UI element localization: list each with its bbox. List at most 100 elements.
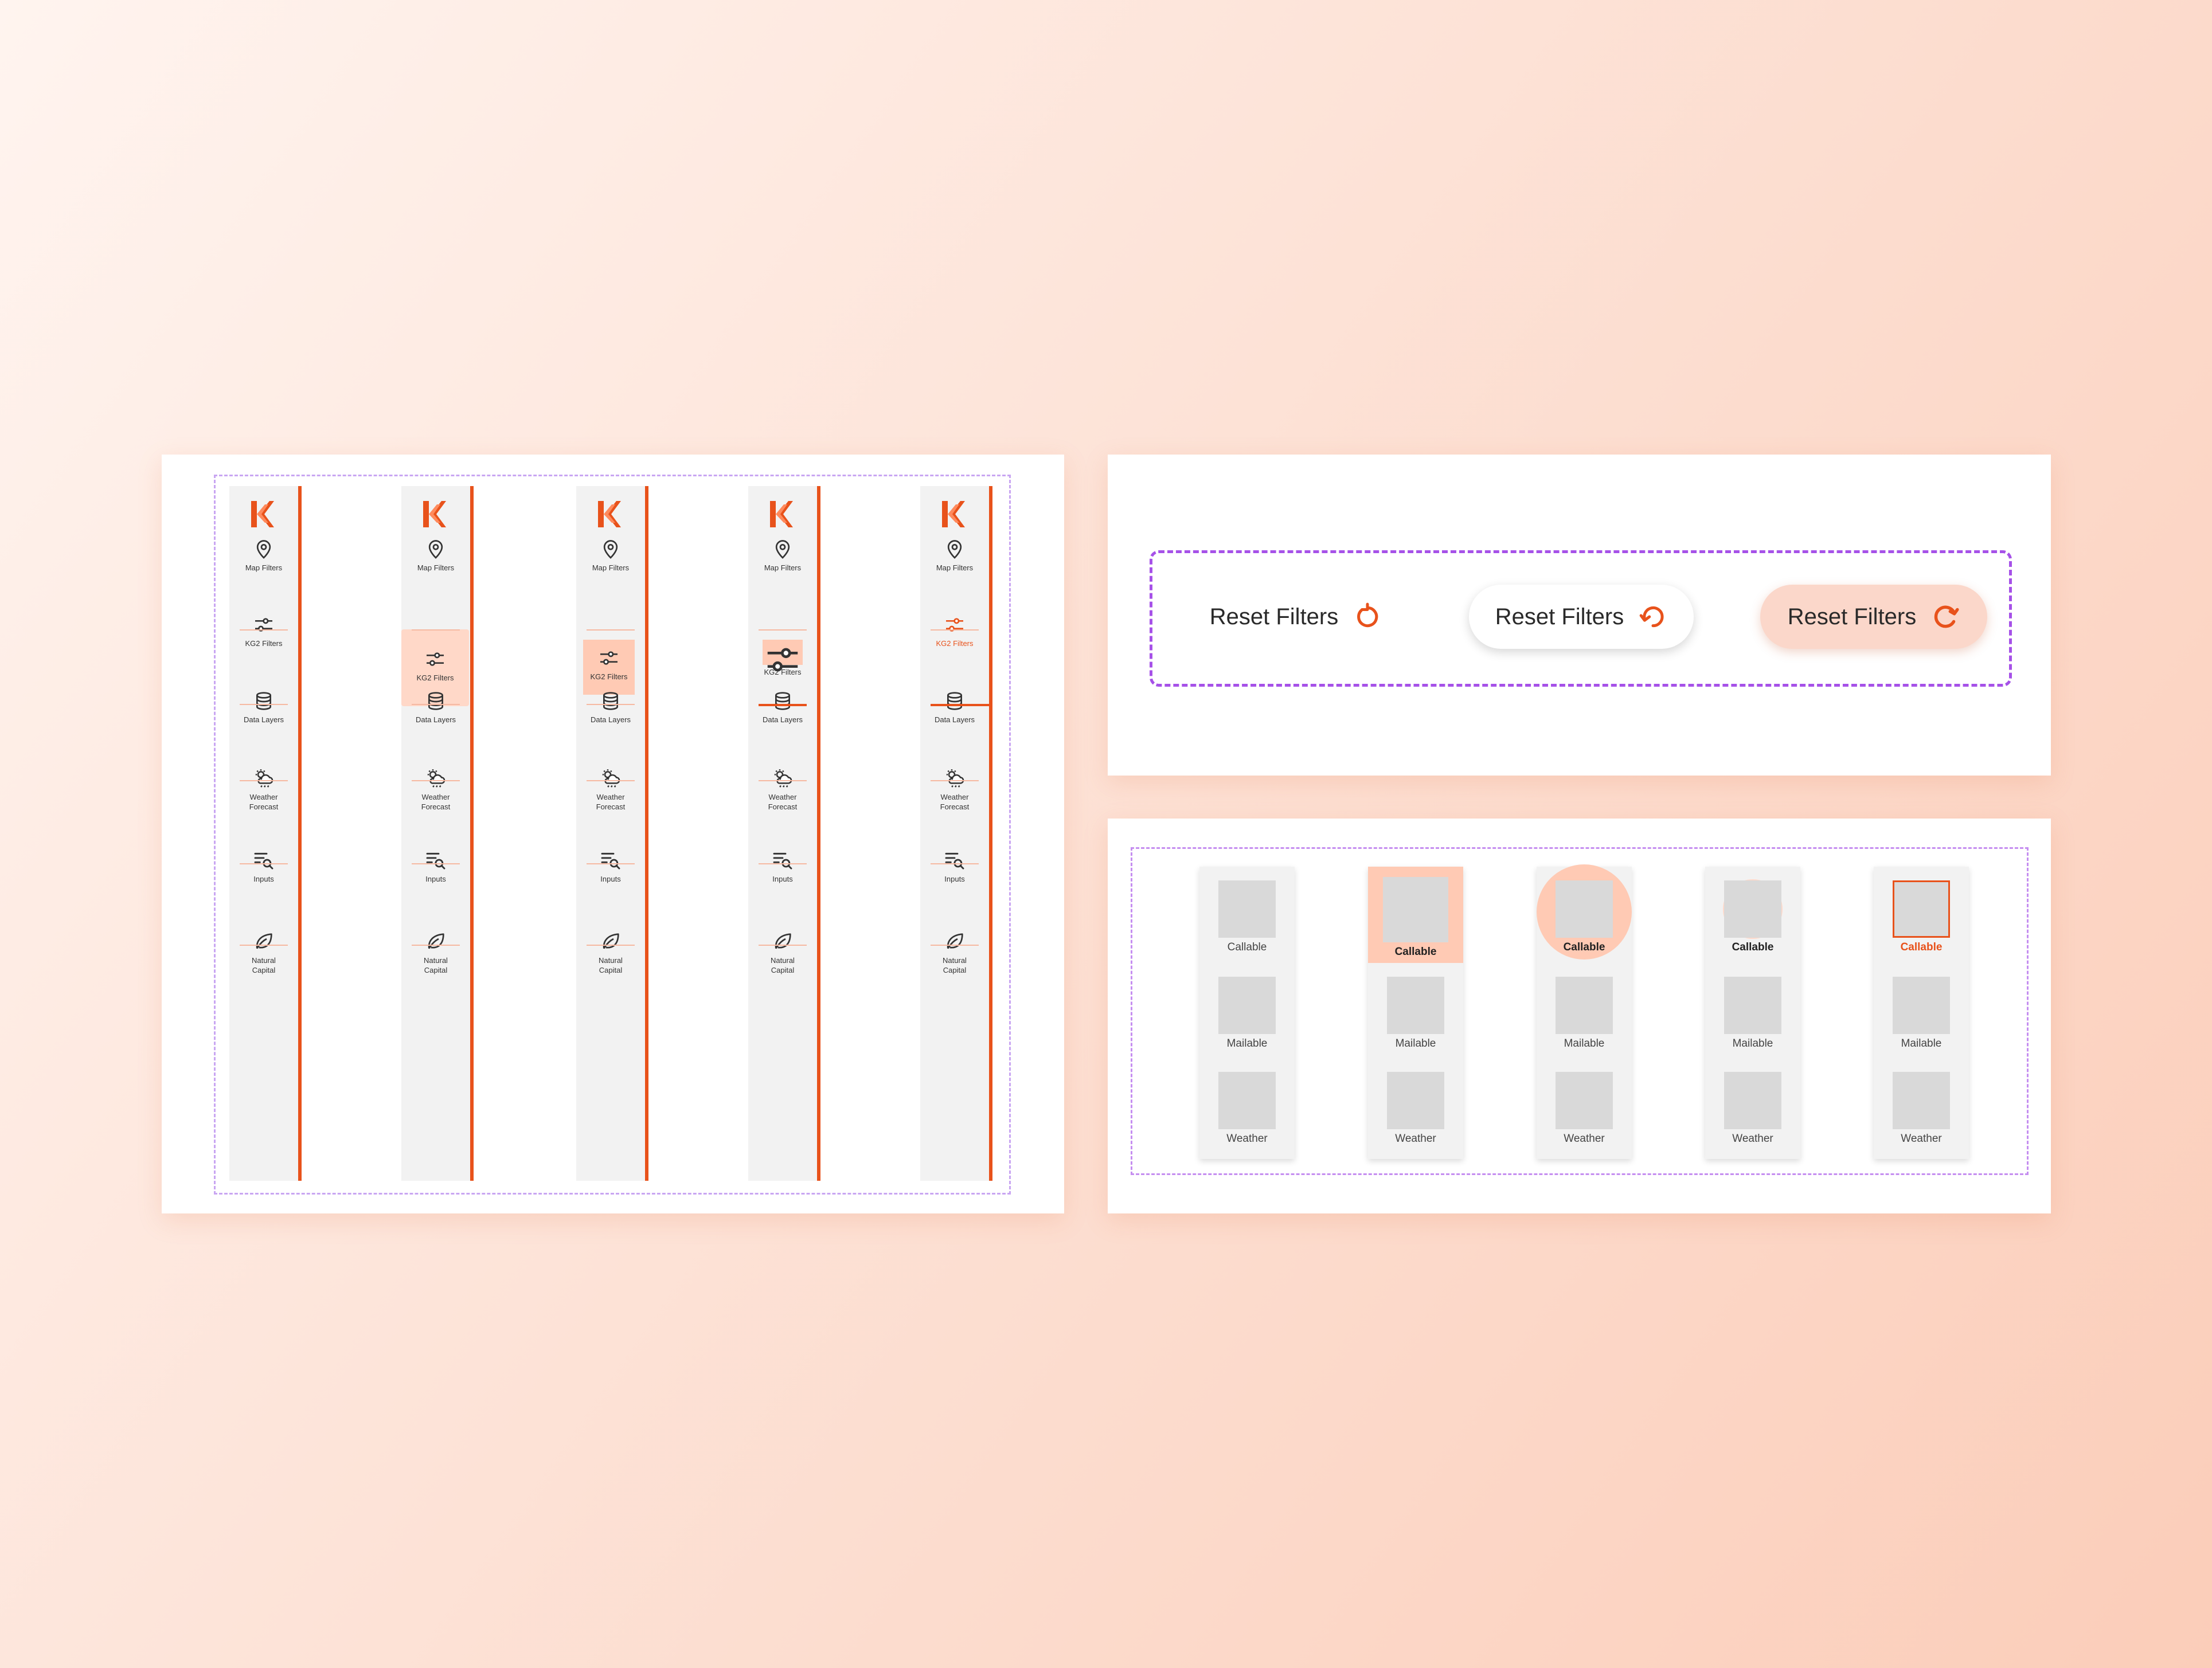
sidebar-item-weather[interactable]: Weather Forecast <box>920 767 989 812</box>
reset-filters-label: Reset Filters <box>1209 604 1339 629</box>
sidebar-divider <box>931 629 979 631</box>
sidebar-item-data[interactable]: Data Layers <box>920 690 989 725</box>
sidebar-item-label: Data Layers <box>590 715 631 724</box>
sidebar-divider <box>759 704 807 706</box>
sidebar-divider <box>240 945 288 946</box>
brand-logo-icon[interactable] <box>940 500 965 528</box>
sliders-icon <box>763 640 803 672</box>
sliders-icon <box>597 647 620 669</box>
tile-label: Callable <box>1227 941 1267 953</box>
sidebar-item-natural[interactable]: Natural Capital <box>748 930 817 975</box>
sidebar-item-inputs[interactable]: Inputs <box>401 849 470 884</box>
reset-filters-button-hover[interactable]: Reset Filters <box>1469 585 1694 649</box>
sidebar-item-data[interactable]: Data Layers <box>576 690 645 725</box>
reset-filters-button-pressed[interactable]: Reset Filters <box>1760 585 1987 649</box>
tile-label: Mailable <box>1395 1037 1436 1050</box>
sidebar-item-label: Weather Forecast <box>940 793 970 811</box>
sidebar-item-inputs[interactable]: Inputs <box>576 849 645 884</box>
tile-thumbnail <box>1724 1072 1781 1129</box>
tile-thumbnail <box>1724 977 1781 1034</box>
tile-label: Callable <box>1394 946 1437 958</box>
tile-column-4: Callable Mailable Weather <box>1705 867 1800 1159</box>
sidebar-item-label: Natural Capital <box>252 956 276 974</box>
sidebar-hover: Map Filters KG2 Filters Data Layers Weather… <box>401 486 474 1181</box>
list-search-icon <box>252 849 275 872</box>
sidebar-item-kg2[interactable]: KG2 Filters <box>583 640 635 695</box>
sidebar-item-kg2[interactable]: KG2 Filters <box>229 613 298 648</box>
sidebar-divider <box>412 863 460 864</box>
sidebar-item-natural[interactable]: Natural Capital <box>576 930 645 975</box>
sidebar-active: Map Filters KG2 Filters Data Layers Weather… <box>920 486 992 1181</box>
sidebar-item-natural[interactable]: Natural Capital <box>401 930 470 975</box>
tile-thumbnail <box>1556 977 1613 1034</box>
tile-thumbnail <box>1724 880 1781 938</box>
sidebar-item-label: Inputs <box>944 875 965 883</box>
sidebar-item-data[interactable]: Data Layers <box>401 690 470 725</box>
sidebar-item-label: Natural Capital <box>771 956 795 974</box>
sidebar-item-map[interactable]: Map Filters <box>229 538 298 573</box>
sidebar-item-inputs[interactable]: Inputs <box>920 849 989 884</box>
tile-thumbnail <box>1383 877 1448 942</box>
sidebar-item-inputs[interactable]: Inputs <box>748 849 817 884</box>
sidebar-item-weather[interactable]: Weather Forecast <box>576 767 645 812</box>
sidebar-divider <box>587 629 635 631</box>
sidebar-item-kg2[interactable]: KG2 Filters <box>748 640 817 677</box>
reset-filters-button-default[interactable]: Reset Filters <box>1187 585 1405 649</box>
sidebar-item-label: Weather Forecast <box>249 793 279 811</box>
sidebar-item-label: Data Layers <box>934 715 975 724</box>
tile-thumbnail <box>1893 977 1950 1034</box>
leaf-icon <box>599 930 622 953</box>
sidebar-item-kg2[interactable]: KG2 Filters <box>920 613 989 648</box>
sidebar-divider <box>931 704 989 706</box>
reset-filters-label: Reset Filters <box>1495 604 1624 629</box>
refresh-icon <box>1934 605 1959 628</box>
sidebar-item-map[interactable]: Map Filters <box>748 538 817 573</box>
sidebar-item-label: Natural Capital <box>943 956 967 974</box>
tile-label: Weather <box>1564 1133 1605 1145</box>
sidebar-divider <box>759 629 807 631</box>
brand-logo-icon[interactable] <box>421 500 446 528</box>
sidebar-item-weather[interactable]: Weather Forecast <box>229 767 298 812</box>
sidebar-pressed: Map Filters KG2 Filters Data Layers Weather… <box>576 486 648 1181</box>
sidebar-item-map[interactable]: Map Filters <box>576 538 645 573</box>
brand-logo-icon[interactable] <box>249 500 274 528</box>
sidebar-item-natural[interactable]: Natural Capital <box>920 930 989 975</box>
sidebar-item-label: KG2 Filters <box>590 672 628 681</box>
database-icon <box>599 690 622 712</box>
tile-label: Mailable <box>1901 1037 1942 1050</box>
sidebar-divider <box>240 704 288 705</box>
map-pin-icon <box>943 538 966 561</box>
map-pin-icon <box>424 538 447 561</box>
sidebar-item-data[interactable]: Data Layers <box>748 690 817 725</box>
sidebar-item-map[interactable]: Map Filters <box>401 538 470 573</box>
sidebar-item-label: KG2 Filters <box>936 639 974 648</box>
weather-cloud-icon <box>424 767 447 790</box>
sidebar-divider <box>240 780 288 781</box>
tile-thumbnail <box>1556 880 1613 938</box>
tile-column-1: Callable Mailable Weather <box>1199 867 1295 1159</box>
sidebar-item-data[interactable]: Data Layers <box>229 690 298 725</box>
sidebar-accent-rail <box>989 486 992 1181</box>
sidebar-item-weather[interactable]: Weather Forecast <box>401 767 470 812</box>
sidebar-divider <box>759 945 807 946</box>
sidebar-divider <box>412 704 460 705</box>
tile-thumbnail <box>1556 1072 1613 1129</box>
sidebar-item-map[interactable]: Map Filters <box>920 538 989 573</box>
sidebar-item-label: Weather Forecast <box>421 793 451 811</box>
tile-thumbnail <box>1218 977 1276 1034</box>
sidebar-item-label: Map Filters <box>417 563 455 572</box>
list-search-icon <box>943 849 966 872</box>
sidebar-item-natural[interactable]: Natural Capital <box>229 930 298 975</box>
sliders-icon <box>424 648 447 671</box>
sidebar-item-label: KG2 Filters <box>764 668 802 676</box>
sidebar-accent-rail <box>298 486 302 1181</box>
sidebar-item-inputs[interactable]: Inputs <box>229 849 298 884</box>
weather-cloud-icon <box>943 767 966 790</box>
brand-logo-icon[interactable] <box>768 500 793 528</box>
sidebar-divider <box>412 945 460 946</box>
sidebar-item-weather[interactable]: Weather Forecast <box>748 767 817 812</box>
tile-label: Weather <box>1395 1133 1436 1145</box>
tile-thumbnail <box>1893 1072 1950 1129</box>
brand-logo-icon[interactable] <box>596 500 621 528</box>
tile-label: Callable <box>1563 941 1605 953</box>
